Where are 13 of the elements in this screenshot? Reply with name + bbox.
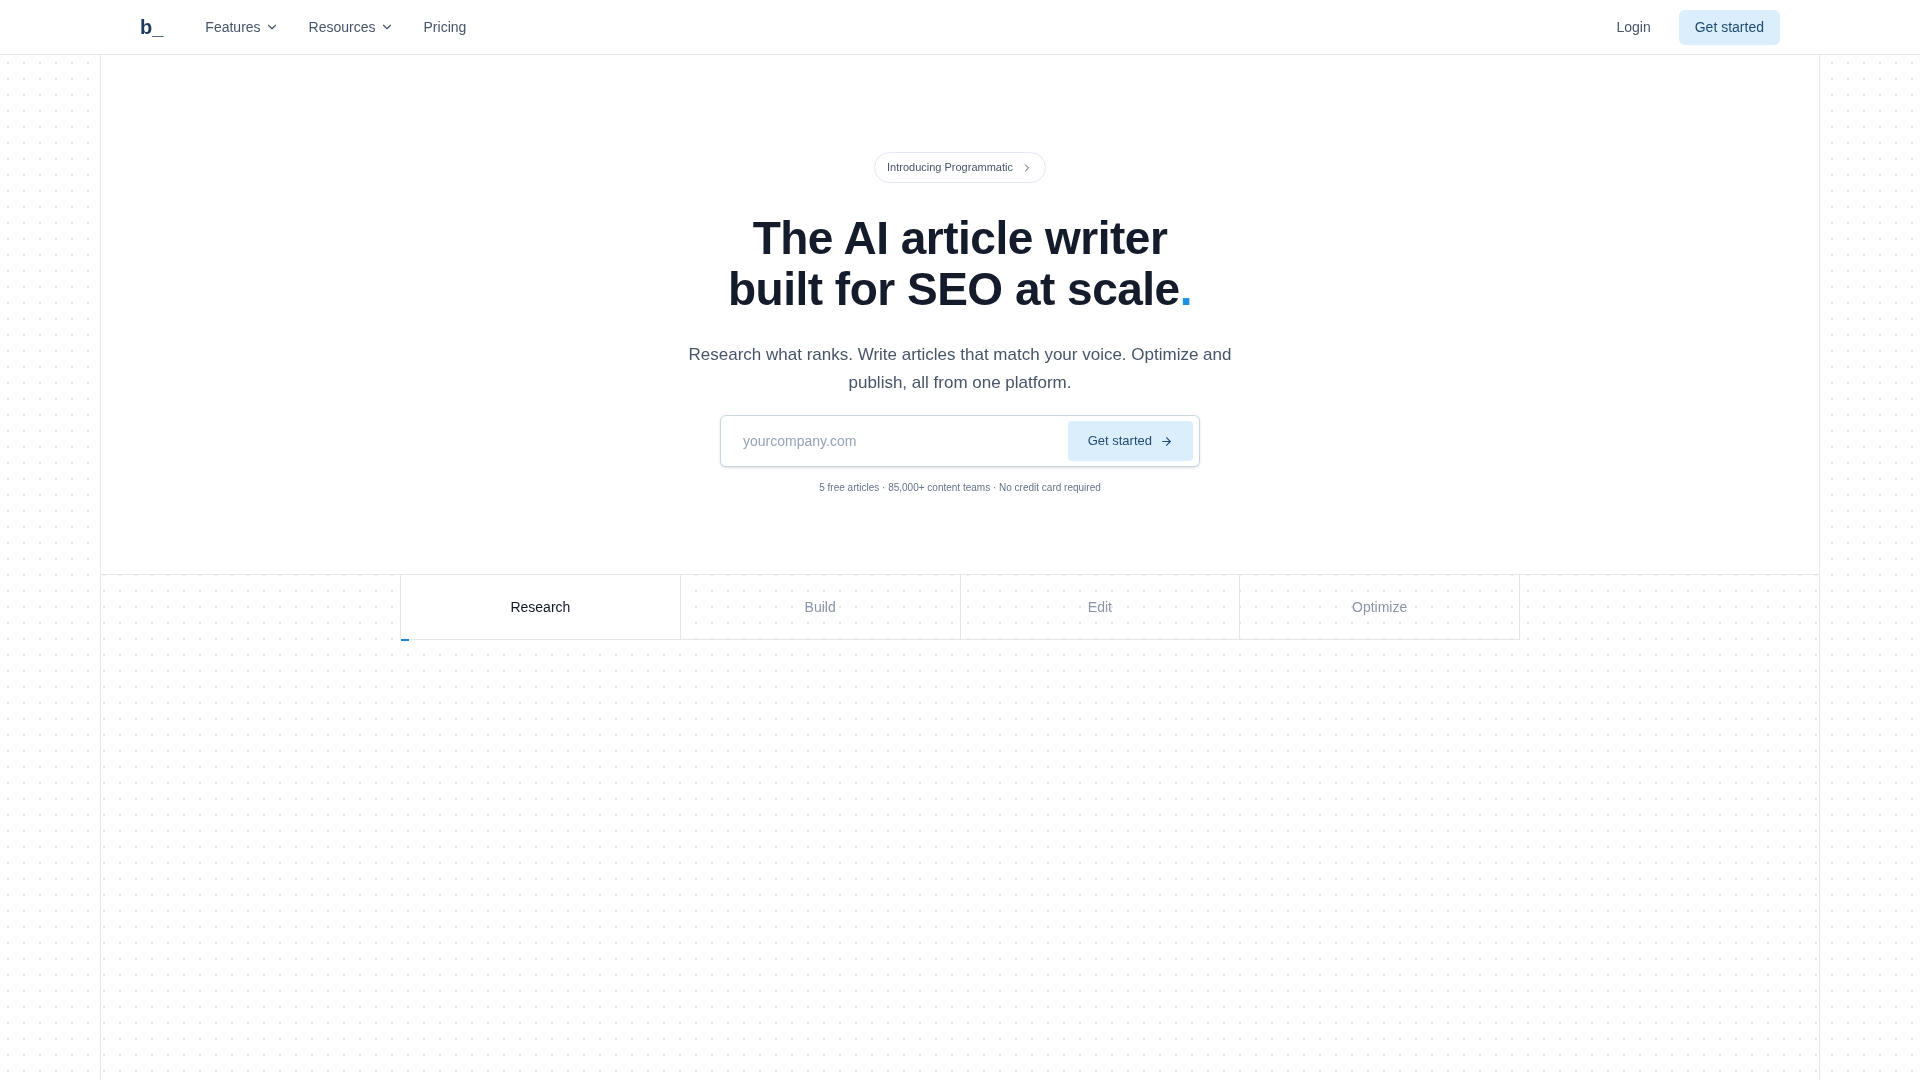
nav-link[interactable]: Features: [205, 16, 279, 38]
submit-button[interactable]: Get started: [1067, 421, 1193, 461]
domain-field[interactable]: yourcompany.com Get started: [720, 415, 1200, 467]
headline: The AI article writer built for SEO at scale.: [728, 213, 1192, 315]
arrow-right-icon: [1160, 434, 1173, 448]
get-started-button[interactable]: Get started: [1678, 9, 1780, 45]
signup-note: 5 free articles · 85,000+ content teams · No credit card required: [819, 481, 1101, 495]
nav-link[interactable]: Pricing: [423, 16, 467, 38]
nav-link[interactable]: Resources: [308, 16, 394, 38]
login-link[interactable]: Login: [1616, 16, 1651, 38]
tab[interactable]: Research: [401, 575, 680, 639]
subtitle: Research what ranks. Write articles that match your voice. Optimize and publish, all from one platform.: [687, 344, 1233, 394]
logo[interactable]: b_: [140, 12, 164, 42]
